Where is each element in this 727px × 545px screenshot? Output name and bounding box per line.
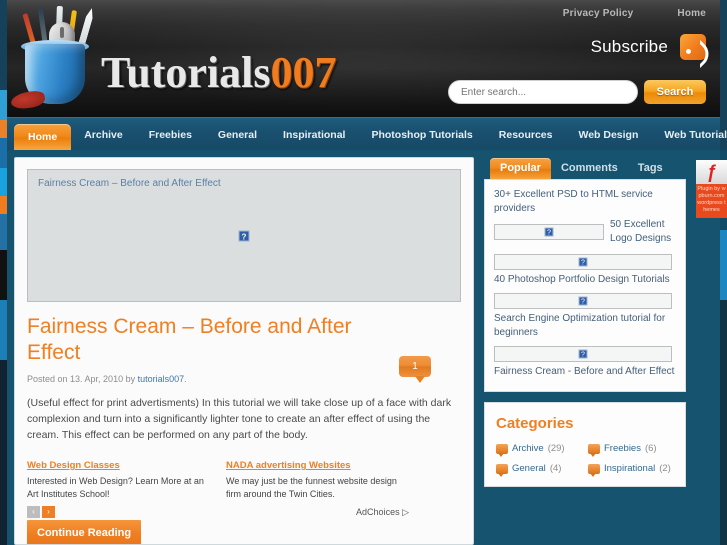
tab-comments[interactable]: Comments	[551, 158, 628, 179]
comment-count-badge[interactable]: 1	[399, 356, 431, 383]
pencil-cup-icon	[9, 5, 105, 111]
category-name: Freebies	[604, 443, 641, 454]
image-alt-text: Fairness Cream – Before and After Effect	[38, 178, 221, 189]
search-input[interactable]	[448, 80, 638, 104]
broken-image-icon: ?	[544, 227, 554, 237]
folder-icon	[496, 463, 508, 477]
ad-text-2: We may just be the funnest website desig…	[226, 476, 397, 499]
popular-thumbnail[interactable]: ?	[494, 346, 672, 362]
sidebar-tabs: Popular Comments Tags	[484, 157, 686, 179]
subscribe-area[interactable]: Subscribe	[591, 34, 706, 60]
page-body: Fairness Cream – Before and After Effect…	[7, 150, 720, 545]
topbar-link-home[interactable]: Home	[677, 8, 706, 19]
site-title-accent: 007	[270, 48, 337, 97]
popular-item[interactable]: Fairness Cream - Before and After Effect	[494, 365, 676, 379]
ad-pagination: ‹ ›	[27, 506, 210, 518]
folder-icon	[588, 443, 600, 457]
popular-thumbnail[interactable]: ?	[494, 293, 672, 309]
page-shell: Privacy Policy Home Tutorials007 Subscri…	[7, 0, 727, 545]
ad-next-icon[interactable]: ›	[42, 506, 55, 518]
category-item-archive[interactable]: Archive (29)	[496, 443, 582, 457]
tab-tags[interactable]: Tags	[628, 158, 673, 179]
continue-reading-button[interactable]: Continue Reading	[27, 520, 142, 544]
category-count: (6)	[644, 443, 657, 454]
category-name: General	[512, 463, 546, 474]
main-navigation: Home Archive Freebies General Inspiratio…	[7, 117, 727, 150]
ad-slot-1: Web Design Classes Interested in Web Des…	[27, 455, 210, 518]
category-item-freebies[interactable]: Freebies (6)	[588, 443, 674, 457]
top-utility-nav: Privacy Policy Home	[563, 8, 706, 19]
subscribe-label: Subscribe	[590, 37, 668, 56]
category-name: Inspirational	[604, 463, 656, 474]
post-excerpt: (Useful effect for print advertisments) …	[27, 397, 452, 441]
ad-slot-2: NADA advertising Websites We may just be…	[226, 455, 409, 518]
categories-widget: Categories Archive (29) Freebies (6) Gen…	[484, 402, 686, 487]
nav-item-web-design[interactable]: Web Design	[565, 121, 651, 150]
site-title-main: Tutorials	[101, 48, 271, 97]
folder-icon	[496, 443, 508, 457]
nav-item-freebies[interactable]: Freebies	[136, 121, 205, 150]
popular-item[interactable]: ? 50 Excellent Logo Designs	[494, 218, 676, 248]
flash-glyph: ƒ	[706, 162, 717, 182]
category-item-general[interactable]: General (4)	[496, 463, 582, 477]
popular-widget: 30+ Excellent PSD to HTML service provid…	[484, 179, 686, 392]
category-name: Archive	[512, 443, 544, 454]
post-title[interactable]: Fairness Cream – Before and After Effect	[27, 314, 367, 366]
ad-title-1[interactable]: Web Design Classes	[27, 460, 120, 471]
broken-image-icon: ?	[238, 230, 250, 241]
paint-splat-icon	[10, 89, 46, 111]
site-logo[interactable]: Tutorials007	[9, 5, 337, 111]
nav-item-archive[interactable]: Archive	[71, 121, 136, 150]
ad-block: Web Design Classes Interested in Web Des…	[27, 455, 461, 518]
ad-title-2[interactable]: NADA advertising Websites	[226, 460, 351, 471]
broken-image-icon: ?	[578, 349, 588, 359]
nav-item-web-tutorials[interactable]: Web Tutorials	[651, 121, 727, 150]
popular-item[interactable]: Search Engine Optimization tutorial for …	[494, 312, 676, 340]
categories-title: Categories	[496, 415, 574, 432]
post-author-link[interactable]: tutorials007	[138, 374, 185, 384]
nav-item-resources[interactable]: Resources	[486, 121, 566, 150]
adchoices-link[interactable]: AdChoices ▷	[226, 507, 409, 518]
plugin-badge[interactable]: ƒ Plugin by wpburn.com wordpress themes	[696, 160, 727, 218]
site-title: Tutorials007	[101, 51, 337, 95]
ad-prev-icon[interactable]: ‹	[27, 506, 40, 518]
post-featured-image[interactable]: Fairness Cream – Before and After Effect…	[27, 169, 461, 302]
sidebar: Popular Comments Tags 30+ Excellent PSD …	[484, 157, 686, 545]
rss-icon[interactable]	[680, 34, 706, 60]
nav-item-photoshop-tutorials[interactable]: Photoshop Tutorials	[358, 121, 485, 150]
tab-popular[interactable]: Popular	[490, 158, 551, 179]
popular-item[interactable]: 30+ Excellent PSD to HTML service provid…	[494, 188, 676, 216]
flash-icon: ƒ	[696, 160, 727, 184]
search-area: Search	[448, 80, 706, 104]
category-count: (4)	[549, 463, 562, 474]
category-count: (2)	[659, 463, 671, 474]
ad-text-1: Interested in Web Design? Learn More at …	[27, 476, 204, 499]
nav-item-inspirational[interactable]: Inspirational	[270, 121, 358, 150]
post-meta: Posted on 13. Apr, 2010 by tutorials007.	[27, 374, 461, 384]
folder-icon	[588, 463, 600, 477]
broken-image-icon: ?	[578, 257, 588, 267]
post-meta-suffix: .	[184, 374, 187, 384]
topbar-link-privacy-policy[interactable]: Privacy Policy	[563, 8, 634, 19]
site-header: Privacy Policy Home Tutorials007 Subscri…	[7, 0, 720, 117]
nav-item-home[interactable]: Home	[14, 124, 72, 150]
search-button[interactable]: Search	[644, 80, 706, 104]
popular-thumbnail[interactable]: ?	[494, 254, 672, 270]
broken-image-icon: ?	[578, 296, 588, 306]
category-count: (29)	[547, 443, 565, 454]
main-content: Fairness Cream – Before and After Effect…	[14, 157, 474, 545]
category-item-inspirational[interactable]: Inspirational (2)	[588, 463, 674, 477]
popular-item-label: 50 Excellent Logo Designs	[610, 219, 672, 244]
post-meta-prefix: Posted on 13. Apr, 2010 by	[27, 374, 138, 384]
popular-thumbnail[interactable]: ?	[494, 224, 604, 240]
popular-item[interactable]: 40 Photoshop Portfolio Design Tutorials	[494, 273, 676, 287]
plugin-badge-text: Plugin by wpburn.com wordpress themes	[697, 186, 726, 213]
nav-item-general[interactable]: General	[205, 121, 270, 150]
categories-list: Archive (29) Freebies (6) General (4) In…	[496, 443, 674, 477]
